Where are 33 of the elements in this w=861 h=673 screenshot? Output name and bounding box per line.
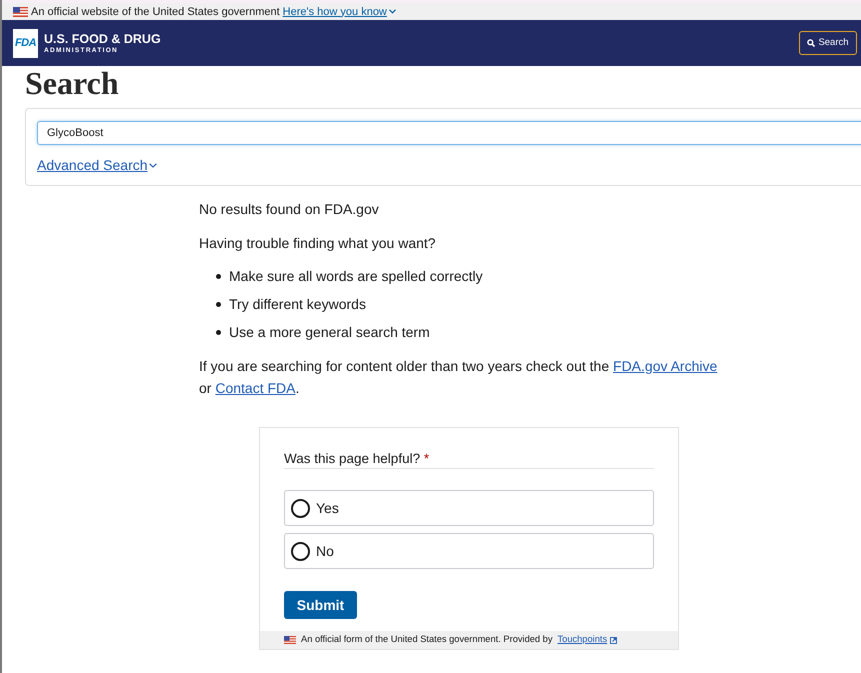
text-link[interactable]: FDA.gov Archive: [613, 358, 718, 374]
external-link-icon: [610, 636, 618, 644]
radio-icon[interactable]: [291, 498, 310, 518]
submit-button[interactable]: Submit: [284, 591, 357, 619]
search-button[interactable]: Search: [799, 31, 857, 55]
footer-text: An official form of the United States government. Provided by: [301, 633, 552, 646]
question-label: Was this page helpful? *: [284, 450, 654, 469]
banner-link[interactable]: Here's how you know: [282, 4, 396, 18]
bullet-icon: [216, 302, 221, 306]
logo[interactable]: FDA: [13, 28, 38, 58]
flag-icon: [284, 636, 296, 644]
radio-option[interactable]: Yes: [284, 490, 654, 526]
tip-text: Use a more general search term: [229, 323, 430, 342]
search-icon: [807, 39, 816, 47]
help-heading: Having trouble finding what you want?: [199, 234, 437, 253]
bullet-icon: [216, 330, 221, 334]
advanced-search-link[interactable]: Advanced Search: [37, 155, 157, 175]
radio-icon[interactable]: [291, 542, 310, 560]
no-results-message: No results found on FDA.gov: [199, 200, 380, 219]
caret-icon: [148, 162, 157, 168]
site-title: U.S. FOOD & DRUG: [44, 32, 161, 46]
tip-text: Make sure all words are spelled correctly: [229, 267, 483, 286]
search-field[interactable]: GlycoBoost: [37, 121, 861, 145]
page-title: Search: [25, 66, 120, 100]
touchpoints-link[interactable]: Touchpoints: [558, 633, 618, 647]
banner-text: An official website of the United States government: [31, 4, 280, 18]
radio-option[interactable]: No: [284, 533, 654, 569]
flag-icon: [13, 6, 28, 16]
bullet-icon: [216, 274, 221, 278]
text-link[interactable]: Contact FDA: [215, 380, 296, 396]
caret-icon: [388, 9, 396, 14]
tip-text: Try different keywords: [229, 295, 366, 314]
archive-note: If you are searching for content older than two years check out the FDA.gov Archive or Contact FDA.: [199, 357, 718, 398]
